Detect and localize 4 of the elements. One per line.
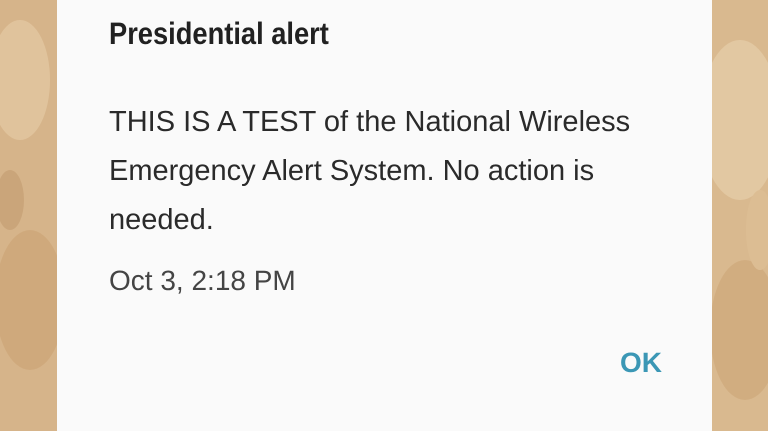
dialog-title: Presidential alert — [109, 16, 329, 52]
ok-button[interactable]: OK — [620, 343, 662, 383]
alert-timestamp: Oct 3, 2:18 PM — [109, 265, 297, 297]
alert-message: THIS IS A TEST of the National Wireless Emergency Alert System. No action is needed. — [109, 105, 632, 238]
